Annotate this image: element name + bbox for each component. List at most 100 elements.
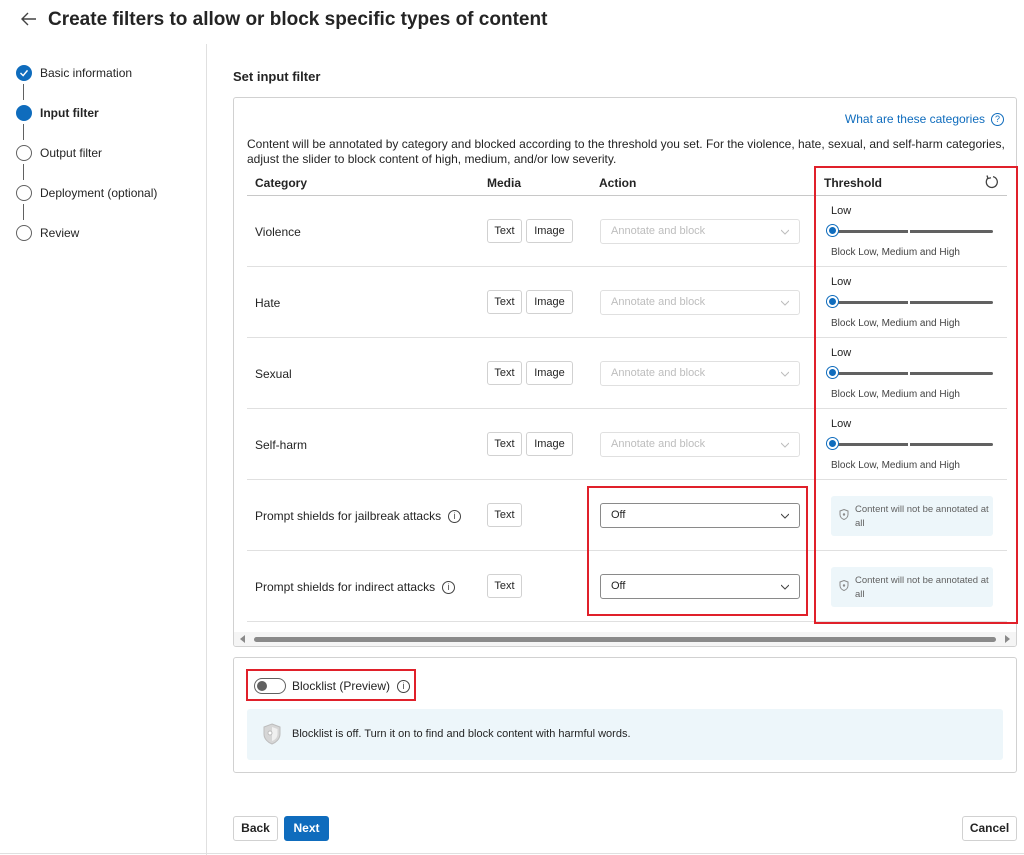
shield-icon: [839, 509, 849, 520]
blocklist-banner: Blocklist is off. Turn it on to find and…: [247, 709, 1003, 760]
slider-thumb[interactable]: [827, 367, 838, 378]
step-label: Input filter: [40, 106, 99, 120]
cancel-button[interactable]: Cancel: [962, 816, 1017, 841]
threshold-description: Block Low, Medium and High: [831, 460, 960, 471]
action-value: Annotate and block: [611, 296, 706, 308]
slider-thumb[interactable]: [827, 296, 838, 307]
info-icon[interactable]: i: [397, 679, 411, 693]
threshold-slider-violence[interactable]: [827, 225, 993, 236]
step-deployment[interactable]: Deployment (optional): [16, 183, 157, 203]
category-violence: Violence: [255, 225, 301, 239]
footer-divider: [0, 853, 1024, 854]
threshold-note-text: Content will not be annotated at all: [855, 504, 989, 529]
shield-icon: [839, 580, 849, 591]
threshold-note: Content will not be annotated at all: [831, 496, 993, 536]
threshold-note-text: Content will not be annotated at all: [855, 575, 989, 600]
reset-icon[interactable]: [984, 174, 1000, 190]
media-text-button[interactable]: Text: [487, 290, 522, 314]
info-icon[interactable]: i: [442, 580, 456, 594]
media-image-button[interactable]: Image: [526, 432, 573, 456]
action-value: Off: [611, 509, 626, 521]
category-label: Prompt shields for jailbreak attacks: [255, 509, 442, 523]
categories-help-link[interactable]: What are these categories ?: [845, 112, 1004, 126]
threshold-slider-hate[interactable]: [827, 296, 993, 307]
section-title: Set input filter: [233, 69, 321, 84]
action-value: Annotate and block: [611, 367, 706, 379]
action-select-sexual[interactable]: Annotate and block: [600, 361, 800, 386]
threshold-label: Low: [831, 205, 852, 217]
slider-tick: [908, 301, 910, 304]
slider-thumb[interactable]: [827, 225, 838, 236]
step-basic-information[interactable]: Basic information: [16, 63, 132, 83]
step-input-filter[interactable]: Input filter: [16, 103, 99, 123]
threshold-note: Content will not be annotated at all: [831, 567, 993, 607]
scroll-thumb[interactable]: [254, 637, 996, 642]
check-circle-icon: [16, 65, 32, 81]
row-separator: [247, 408, 1007, 409]
back-button[interactable]: Back: [233, 816, 278, 841]
step-label: Basic information: [40, 66, 133, 80]
chevron-down-icon: [781, 229, 789, 235]
action-select-self-harm[interactable]: Annotate and block: [600, 432, 800, 457]
chevron-down-icon: [781, 513, 789, 519]
slider-tick: [908, 443, 910, 446]
threshold-description: Block Low, Medium and High: [831, 247, 960, 258]
blocklist-banner-text: Blocklist is off. Turn it on to find and…: [292, 728, 631, 740]
threshold-description: Block Low, Medium and High: [831, 318, 960, 329]
chevron-down-icon: [781, 371, 789, 377]
category-indirect: Prompt shields for indirect attacks i: [255, 580, 456, 594]
chevron-down-icon: [781, 442, 789, 448]
media-text-button[interactable]: Text: [487, 432, 522, 456]
back-arrow-icon[interactable]: [18, 8, 40, 30]
media-text-button[interactable]: Text: [487, 361, 522, 385]
media-text-button[interactable]: Text: [487, 574, 522, 598]
step-connector: [23, 84, 24, 100]
row-separator: [247, 479, 1007, 480]
pending-step-icon: [16, 225, 32, 241]
threshold-slider-self-harm[interactable]: [827, 438, 993, 449]
action-value: Annotate and block: [611, 225, 706, 237]
step-connector: [23, 164, 24, 180]
media-image-button[interactable]: Image: [526, 361, 573, 385]
step-connector: [23, 204, 24, 220]
action-select-hate[interactable]: Annotate and block: [600, 290, 800, 315]
slider-thumb[interactable]: [827, 438, 838, 449]
action-value: Off: [611, 580, 626, 592]
action-value: Annotate and block: [611, 438, 706, 450]
category-jailbreak: Prompt shields for jailbreak attacks i: [255, 509, 462, 523]
category-hate: Hate: [255, 296, 281, 310]
category-sexual: Sexual: [255, 367, 292, 381]
row-separator: [247, 266, 1007, 267]
filter-description: Content will be annotated by category an…: [247, 137, 1005, 166]
page-title: Create filters to allow or block specifi…: [48, 9, 548, 30]
row-separator: [247, 621, 1007, 622]
media-image-button[interactable]: Image: [526, 290, 573, 314]
sidebar-divider: [206, 44, 207, 855]
info-icon[interactable]: i: [448, 509, 462, 523]
row-separator: [247, 550, 1007, 551]
action-select-jailbreak[interactable]: Off: [600, 503, 800, 528]
threshold-slider-sexual[interactable]: [827, 367, 993, 378]
action-select-indirect[interactable]: Off: [600, 574, 800, 599]
media-text-button[interactable]: Text: [487, 219, 522, 243]
threshold-description: Block Low, Medium and High: [831, 389, 960, 400]
header: Create filters to allow or block specifi…: [0, 0, 1024, 44]
step-output-filter[interactable]: Output filter: [16, 143, 102, 163]
blocklist-toggle[interactable]: [254, 678, 286, 694]
step-review[interactable]: Review: [16, 223, 79, 243]
horizontal-scrollbar[interactable]: [234, 632, 1016, 646]
media-text-button[interactable]: Text: [487, 503, 522, 527]
category-label: Prompt shields for indirect attacks: [255, 580, 436, 594]
next-button[interactable]: Next: [284, 816, 329, 841]
shield-icon: [263, 723, 281, 745]
media-image-button[interactable]: Image: [526, 219, 573, 243]
scroll-left-icon[interactable]: [240, 635, 245, 643]
action-select-violence[interactable]: Annotate and block: [600, 219, 800, 244]
scroll-right-icon[interactable]: [1005, 635, 1010, 643]
pending-step-icon: [16, 185, 32, 201]
filter-card: What are these categories ? Content will…: [233, 97, 1017, 647]
blocklist-card: Blocklist (Preview) i Blocklist is off. …: [233, 657, 1017, 773]
slider-tick: [908, 372, 910, 375]
toggle-knob: [257, 681, 267, 691]
help-link-label: What are these categories: [844, 112, 985, 126]
